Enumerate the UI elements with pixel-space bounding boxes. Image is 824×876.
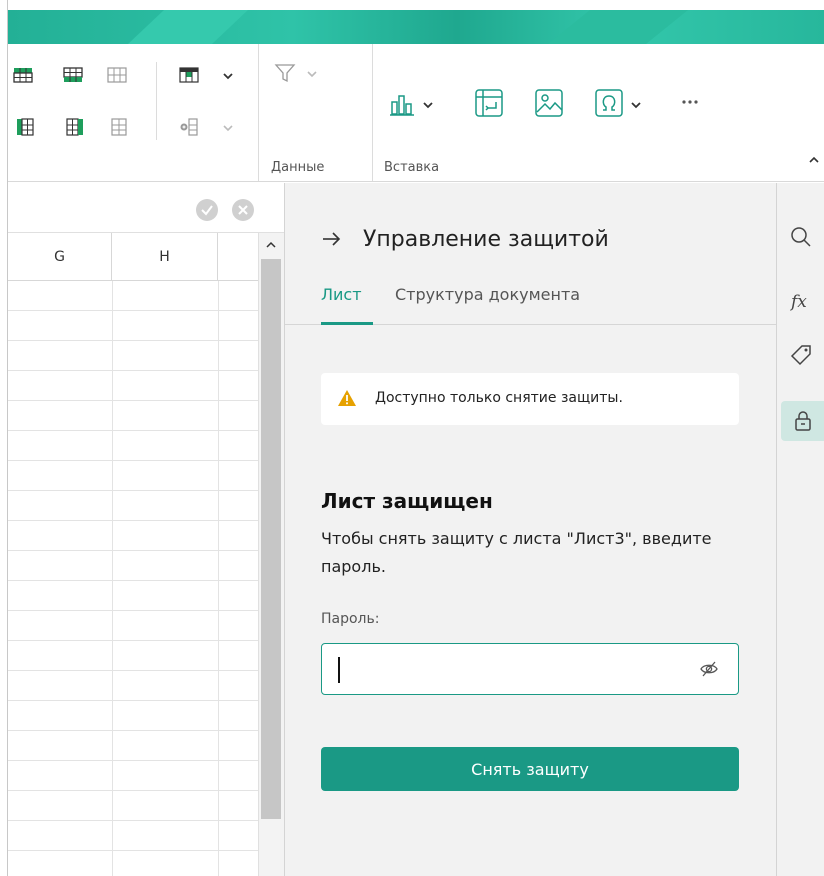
band-decor (548, 10, 688, 44)
tab-sheet[interactable]: Лист (321, 285, 362, 304)
panel-header: Управление защитой Лист Структура докуме… (285, 183, 777, 325)
tab-document-structure[interactable]: Структура документа (395, 285, 580, 304)
password-input[interactable] (321, 643, 739, 695)
warning-text: Доступно только снятие защиты. (375, 390, 623, 406)
rail-tag-button[interactable] (777, 335, 824, 375)
more-icon[interactable] (678, 94, 702, 110)
panel-title: Управление защитой (363, 227, 609, 252)
window-edge (0, 0, 8, 876)
ribbon: Данные Вставка (8, 44, 824, 182)
scrollbar-thumb[interactable] (261, 259, 281, 819)
ribbon-separator (258, 44, 259, 181)
column-divider (218, 281, 219, 876)
unprotect-button[interactable]: Снять защиту (321, 747, 739, 791)
column-header-h[interactable]: H (112, 233, 218, 281)
delete-row-icon[interactable] (106, 64, 128, 86)
chevron-down-icon[interactable] (422, 99, 434, 111)
filter-icon[interactable] (274, 62, 296, 84)
chevron-down-icon[interactable] (222, 70, 234, 82)
pivot-table-icon[interactable] (474, 88, 504, 118)
merge-cells-icon[interactable] (178, 116, 200, 138)
function-icon: fx (789, 292, 807, 312)
chevron-down-icon[interactable] (306, 68, 318, 80)
column-divider (112, 281, 113, 876)
tag-icon (790, 345, 811, 366)
arrow-right-icon[interactable] (321, 229, 343, 249)
vertical-scrollbar[interactable] (258, 233, 284, 876)
protection-panel: Управление защитой Лист Структура докуме… (284, 183, 777, 876)
scroll-up-icon[interactable] (265, 239, 277, 251)
group-label-data: Данные (271, 160, 325, 175)
protected-heading: Лист защищен (321, 489, 493, 513)
text-cursor (338, 657, 340, 683)
eye-off-icon[interactable] (699, 659, 719, 679)
insert-row-below-icon[interactable] (62, 64, 84, 86)
insert-column-right-icon[interactable] (64, 116, 86, 138)
search-icon (791, 227, 811, 247)
image-icon[interactable] (534, 88, 564, 118)
title-bar-band (8, 10, 824, 44)
rail-protection-button[interactable] (781, 401, 824, 441)
chart-icon[interactable] (388, 90, 416, 118)
collapse-ribbon-icon[interactable] (808, 154, 820, 166)
cancel-button[interactable] (232, 199, 254, 221)
grid-cells[interactable] (8, 281, 258, 876)
formula-bar (8, 183, 284, 233)
panel-tabs: Лист Структура документа (285, 279, 777, 325)
confirm-button[interactable] (196, 199, 218, 221)
spreadsheet-grid[interactable]: G H (8, 233, 258, 876)
lock-icon (795, 411, 811, 431)
column-header-g[interactable]: G (8, 233, 112, 281)
group-label-insert: Вставка (384, 160, 440, 175)
column-header-next[interactable] (218, 233, 258, 281)
insert-row-above-icon[interactable] (12, 64, 34, 86)
side-rail: fx (776, 183, 824, 876)
delete-column-icon[interactable] (108, 116, 130, 138)
rail-function-button[interactable]: fx (777, 281, 824, 321)
active-tab-indicator (321, 322, 373, 325)
ribbon-separator (156, 62, 157, 140)
check-icon (201, 205, 213, 216)
symbol-icon[interactable] (594, 88, 624, 118)
band-decor (128, 10, 248, 44)
chevron-down-icon[interactable] (630, 99, 642, 111)
chevron-down-icon[interactable] (222, 122, 234, 134)
password-label: Пароль: (321, 611, 380, 627)
rail-search-button[interactable] (777, 217, 824, 257)
svg-text:fx: fx (789, 292, 807, 312)
table-format-icon[interactable] (178, 64, 200, 86)
warning-banner: Доступно только снятие защиты. (321, 373, 739, 425)
ribbon-separator (372, 44, 373, 181)
protected-description: Чтобы снять защиту с листа "Лист3", введ… (321, 529, 712, 576)
insert-column-left-icon[interactable] (14, 116, 36, 138)
title-bar (0, 0, 824, 44)
warning-icon (338, 390, 356, 406)
close-icon (238, 205, 248, 215)
